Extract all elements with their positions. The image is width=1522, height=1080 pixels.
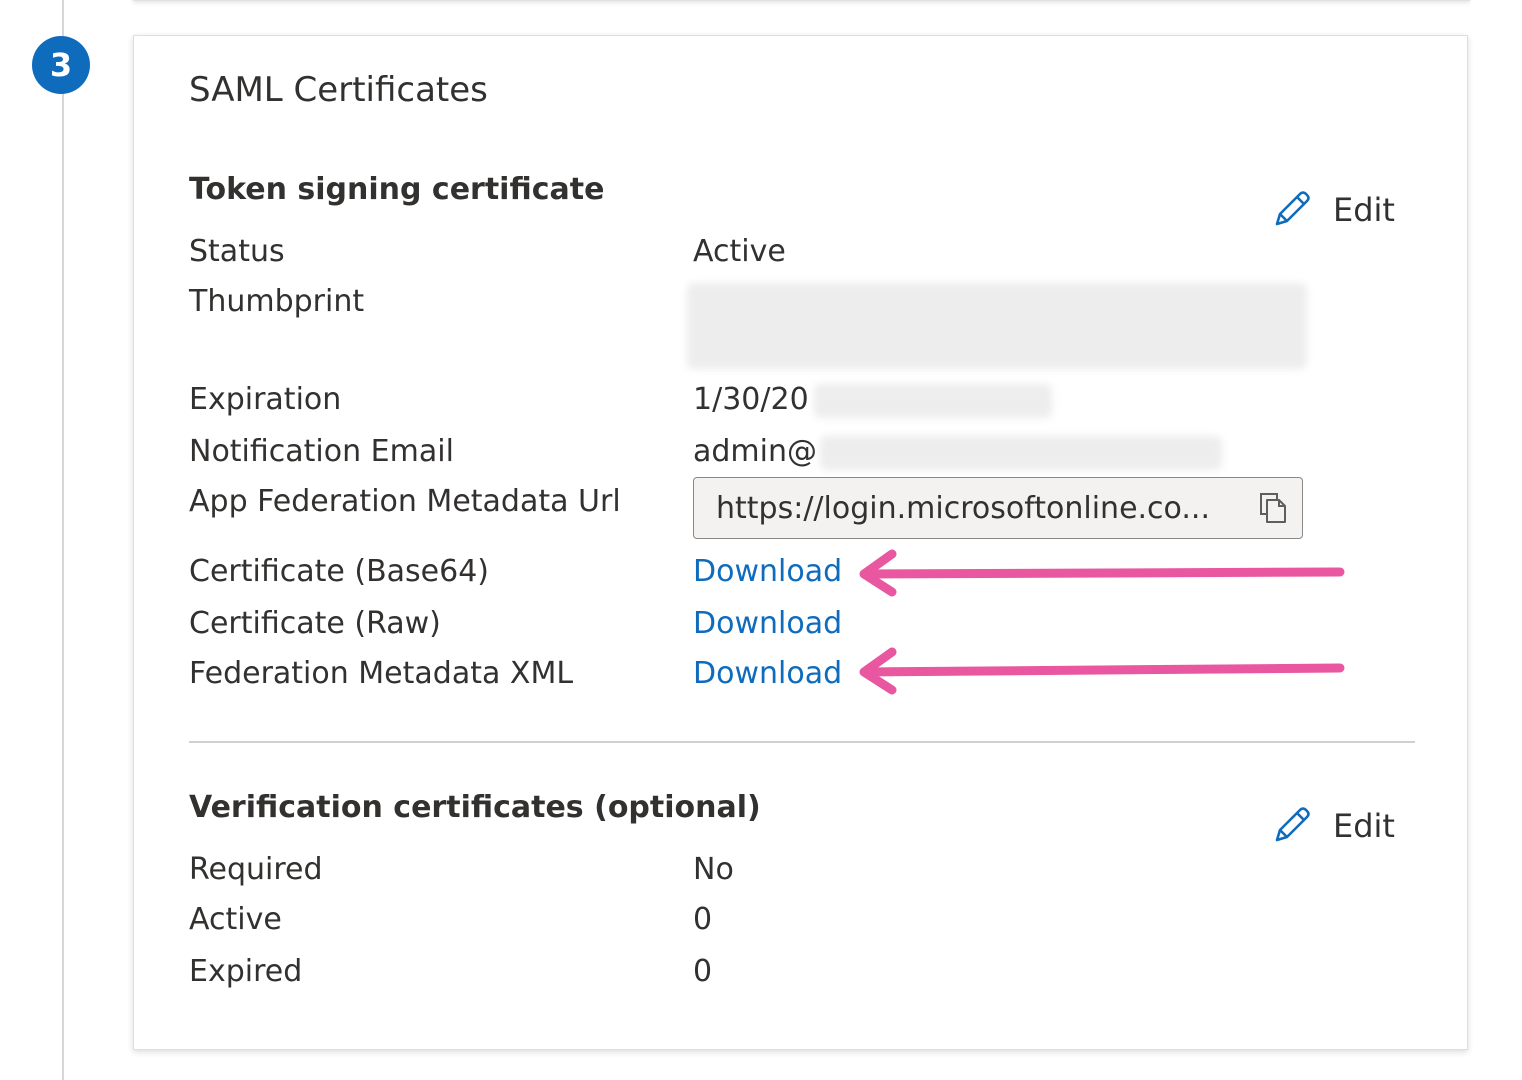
active-label: Active	[189, 902, 282, 937]
notification-email-label: Notification Email	[189, 434, 454, 469]
verification-edit-button[interactable]: Edit	[1269, 804, 1395, 848]
token-signing-title: Token signing certificate	[189, 172, 605, 207]
token-edit-label: Edit	[1333, 191, 1395, 229]
card-title: SAML Certificates	[189, 70, 488, 110]
cert-raw-download-link[interactable]: Download	[693, 606, 842, 641]
annotation-arrow-federation-xml	[859, 647, 1345, 695]
pencil-icon	[1275, 807, 1310, 842]
notification-email-value: admin@	[693, 434, 817, 469]
status-value: Active	[693, 234, 786, 269]
cert-raw-label: Certificate (Raw)	[189, 606, 441, 641]
previous-card-edge	[133, 0, 1470, 1]
expired-label: Expired	[189, 954, 303, 989]
annotation-arrow-base64	[859, 549, 1345, 597]
thumbprint-redacted-value	[687, 283, 1307, 369]
cert-base64-label: Certificate (Base64)	[189, 554, 489, 589]
timeline-rail	[62, 0, 64, 1080]
required-label: Required	[189, 852, 323, 887]
verification-title: Verification certificates (optional)	[189, 790, 761, 825]
section-divider	[189, 741, 1415, 743]
expired-value: 0	[693, 954, 713, 989]
metadata-url-text: https://login.microsoftonline.co...	[716, 490, 1210, 526]
federation-xml-download-link[interactable]: Download	[693, 656, 842, 691]
expiration-value: 1/30/20	[693, 382, 809, 417]
required-value: No	[693, 852, 734, 887]
page: 3 SAML Certificates Token signing certif…	[0, 0, 1522, 1080]
token-edit-button[interactable]: Edit	[1269, 188, 1395, 232]
saml-certificates-card: SAML Certificates Token signing certific…	[133, 35, 1468, 1050]
expiration-redacted	[814, 384, 1052, 418]
thumbprint-label: Thumbprint	[189, 284, 365, 319]
status-label: Status	[189, 234, 285, 269]
verification-edit-label: Edit	[1333, 807, 1395, 845]
cert-base64-download-link[interactable]: Download	[693, 554, 842, 589]
federation-xml-label: Federation Metadata XML	[189, 656, 574, 691]
metadata-url-field[interactable]: https://login.microsoftonline.co...	[693, 477, 1303, 539]
metadata-url-label: App Federation Metadata Url	[189, 484, 621, 519]
step-number-badge: 3	[32, 36, 90, 94]
copy-icon[interactable]	[1258, 491, 1288, 525]
pencil-icon	[1275, 191, 1310, 226]
expiration-label: Expiration	[189, 382, 342, 417]
notification-email-redacted	[820, 436, 1222, 470]
active-value: 0	[693, 902, 713, 937]
